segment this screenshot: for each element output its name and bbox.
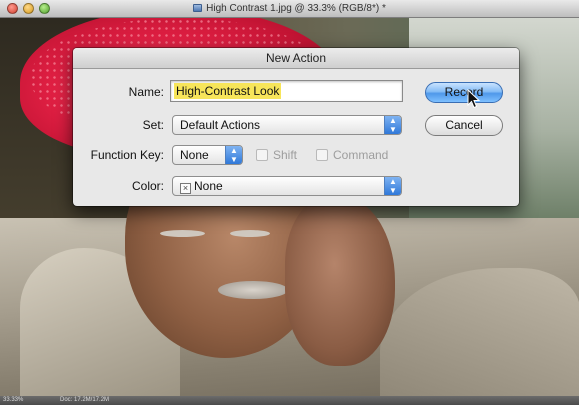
dialog-title: New Action <box>265 51 327 65</box>
photo-eyebrow-left <box>160 230 205 237</box>
set-popup-value: Default Actions <box>180 118 261 132</box>
shift-checkbox[interactable] <box>256 149 268 161</box>
mouse-pointer-icon <box>467 89 481 109</box>
name-label: Name: <box>128 85 164 99</box>
cancel-button[interactable]: Cancel <box>425 115 503 136</box>
document-file-icon <box>193 4 203 12</box>
color-label: Color: <box>131 179 164 193</box>
dialog-titlebar[interactable]: New Action <box>73 48 519 69</box>
set-popup[interactable]: Default Actions ▲ ▼ <box>172 115 402 135</box>
document-title-text: High Contrast 1.jpg @ 33.3% (RGB/8*) * <box>206 3 386 14</box>
new-action-dialog: New Action Name: High-Contrast Look Set:… <box>73 48 519 206</box>
status-bar: 33.33% Doc: 17.2M/17.2M <box>0 396 579 405</box>
photo-hand <box>285 196 395 366</box>
color-popup-value: None <box>194 179 223 193</box>
record-button[interactable]: Record <box>425 82 503 103</box>
set-label: Set: <box>142 118 164 132</box>
document-title: High Contrast 1.jpg @ 33.3% (RGB/8*) * <box>0 3 579 14</box>
status-doc-size: Doc: 17.2M/17.2M <box>60 397 110 403</box>
popup-arrows-icon: ▲ ▼ <box>225 146 242 164</box>
photo-mustache <box>218 281 288 299</box>
document-titlebar[interactable]: High Contrast 1.jpg @ 33.3% (RGB/8*) * <box>0 0 579 18</box>
status-zoom-level[interactable]: 33.33% <box>3 396 23 405</box>
photo-eyebrow-right <box>230 230 270 237</box>
no-color-icon: × <box>180 183 191 194</box>
popup-arrows-icon: ▲ ▼ <box>384 116 401 134</box>
shift-label: Shift <box>273 148 298 162</box>
function-key-label: Function Key: <box>90 148 164 162</box>
popup-arrows-icon: ▲ ▼ <box>384 177 401 195</box>
color-popup[interactable]: × None ▲ ▼ <box>172 176 402 196</box>
function-key-popup-value: None <box>180 148 209 162</box>
function-key-popup[interactable]: None ▲ ▼ <box>172 145 243 165</box>
command-label: Command <box>333 148 389 162</box>
name-input-value: High-Contrast Look <box>174 83 282 99</box>
command-checkbox[interactable] <box>316 149 328 161</box>
name-input[interactable]: High-Contrast Look <box>170 80 403 102</box>
